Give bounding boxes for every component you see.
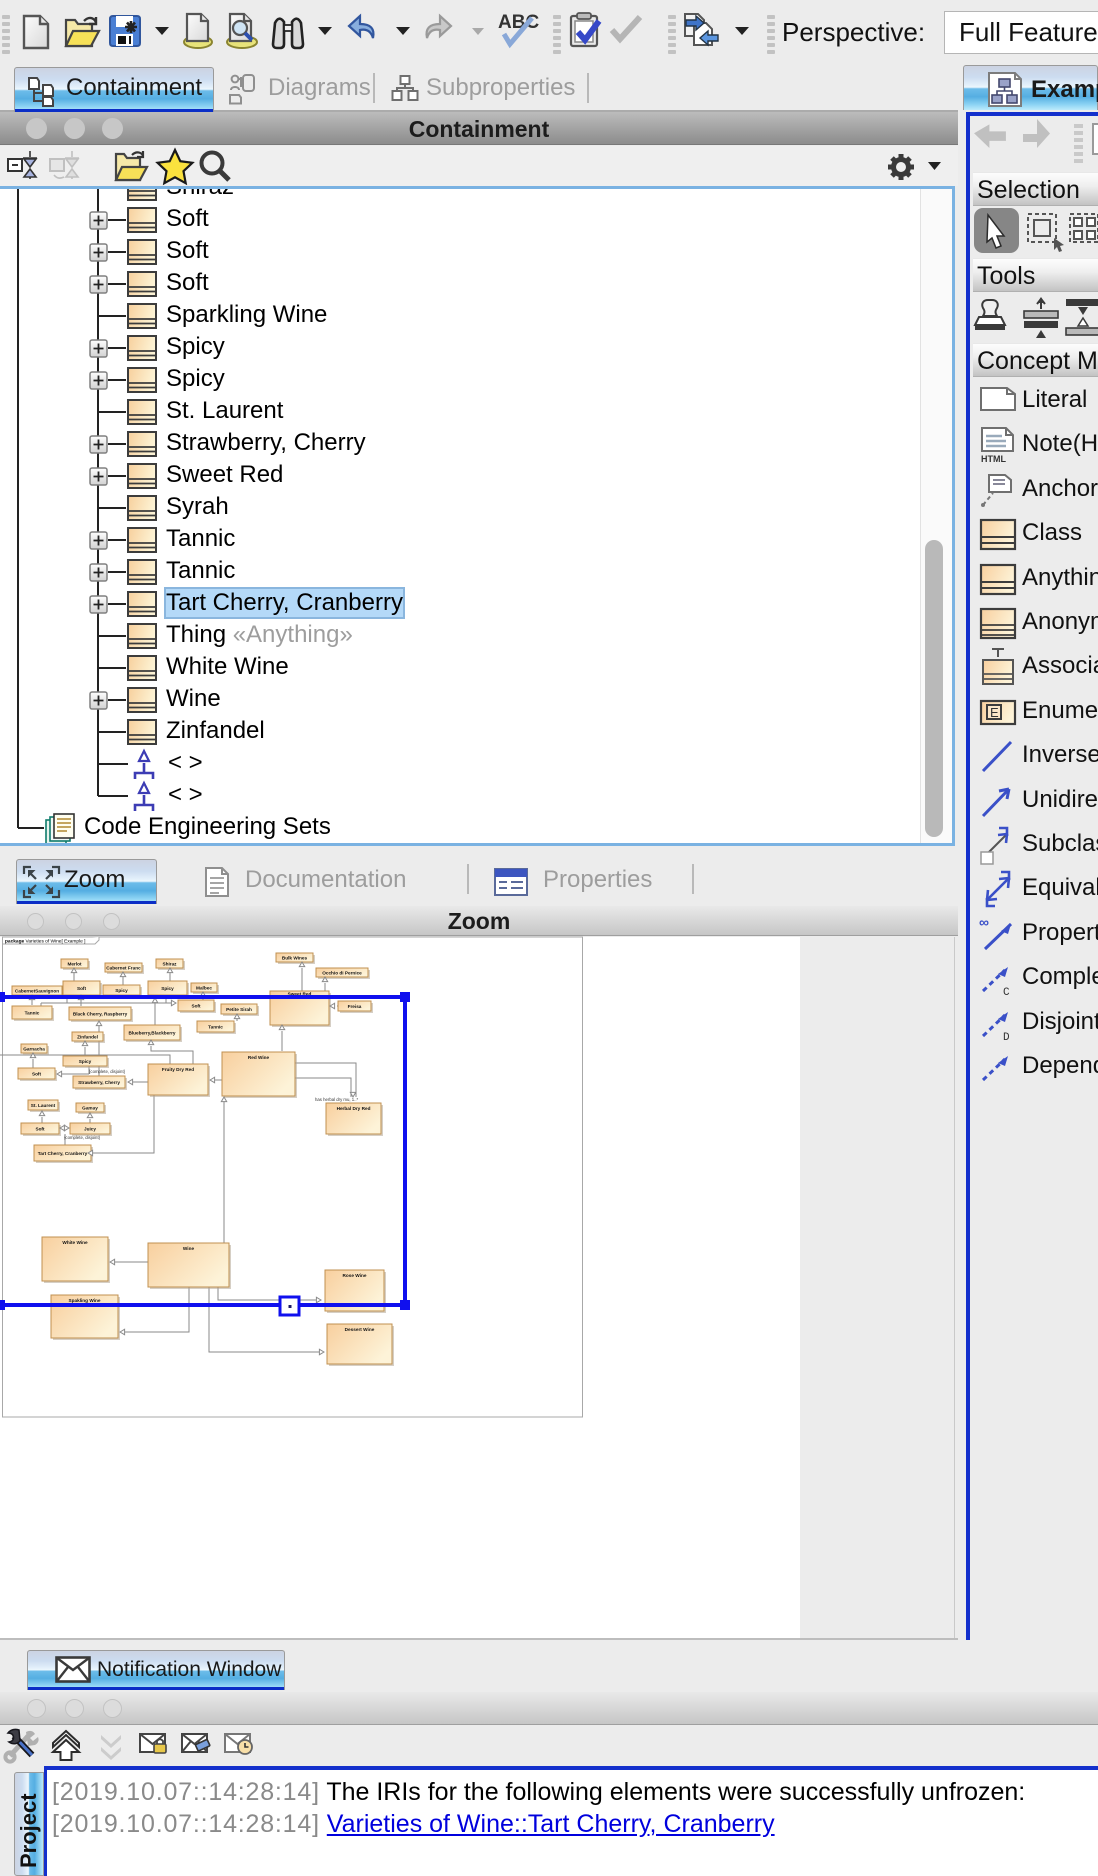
svg-text:{complete, disjoint}: {complete, disjoint} — [64, 1135, 101, 1140]
svg-text:White Wine: White Wine — [62, 1240, 88, 1245]
svg-text:Soft: Soft — [35, 1127, 45, 1132]
svg-text:Bulk Wines: Bulk Wines — [282, 956, 308, 961]
svg-text:Soft: Soft — [32, 1072, 42, 1077]
svg-text:Tannic: Tannic — [25, 1011, 40, 1016]
svg-text:Black Cherry, Raspberry: Black Cherry, Raspberry — [73, 1012, 128, 1017]
svg-text:Zinfandel: Zinfandel — [77, 1035, 98, 1040]
svg-text:Occhio di Pernice: Occhio di Pernice — [322, 971, 362, 976]
svg-text:Merlot: Merlot — [67, 962, 82, 967]
svg-text:Strawberry, Cherry: Strawberry, Cherry — [78, 1080, 120, 1085]
svg-text:Cabernet Franc: Cabernet Franc — [106, 966, 141, 971]
svg-text:Freisa: Freisa — [348, 1004, 362, 1009]
svg-text:Dessert Wine: Dessert Wine — [345, 1327, 375, 1332]
svg-text:Spicy: Spicy — [115, 988, 128, 993]
svg-text:D: D — [1003, 1032, 1010, 1044]
svg-text:has herbal dry mu, 1..*: has herbal dry mu, 1..* — [315, 1097, 359, 1102]
svg-text:Herbal Dry Red: Herbal Dry Red — [337, 1106, 371, 1111]
svg-text:Rose Wine: Rose Wine — [343, 1273, 367, 1278]
svg-text:E: E — [990, 705, 999, 720]
svg-text:Soft: Soft — [191, 1004, 201, 1009]
svg-text:Soft: Soft — [77, 986, 87, 991]
svg-text:Gamay: Gamay — [82, 1106, 98, 1111]
svg-text:Spicy: Spicy — [161, 986, 174, 991]
svg-text:Malbec: Malbec — [196, 986, 212, 991]
svg-text:package Varieties of Wine[ Exa: package Varieties of Wine[ Example ] — [5, 939, 85, 945]
svg-text:Fruity Dry Red: Fruity Dry Red — [162, 1067, 194, 1072]
svg-text:HTML: HTML — [981, 454, 1006, 464]
svg-text:St. Laurent: St. Laurent — [31, 1103, 56, 1108]
svg-text:Tart Cherry, Cranberry: Tart Cherry, Cranberry — [38, 1151, 88, 1156]
svg-text:Tannic: Tannic — [208, 1025, 223, 1030]
svg-text:CabernetSauvignon: CabernetSauvignon — [15, 989, 59, 994]
svg-text:Blueberry,Blackberry: Blueberry,Blackberry — [128, 1031, 175, 1036]
svg-text:Petite Sirah: Petite Sirah — [226, 1007, 252, 1012]
svg-text:Shiraz: Shiraz — [162, 962, 177, 967]
svg-text:Juicy: Juicy — [84, 1127, 96, 1132]
svg-text:C: C — [1003, 987, 1010, 999]
svg-text:Spicy: Spicy — [79, 1059, 92, 1064]
svg-text:Garnacha: Garnacha — [23, 1047, 45, 1052]
svg-text:Red Wine: Red Wine — [248, 1055, 270, 1060]
svg-text:∞: ∞ — [979, 914, 989, 930]
svg-text:Wine: Wine — [183, 1246, 195, 1251]
svg-text:{complete, disjoint}: {complete, disjoint} — [89, 1069, 126, 1074]
svg-text:Spakling Wine: Spakling Wine — [69, 1298, 101, 1303]
